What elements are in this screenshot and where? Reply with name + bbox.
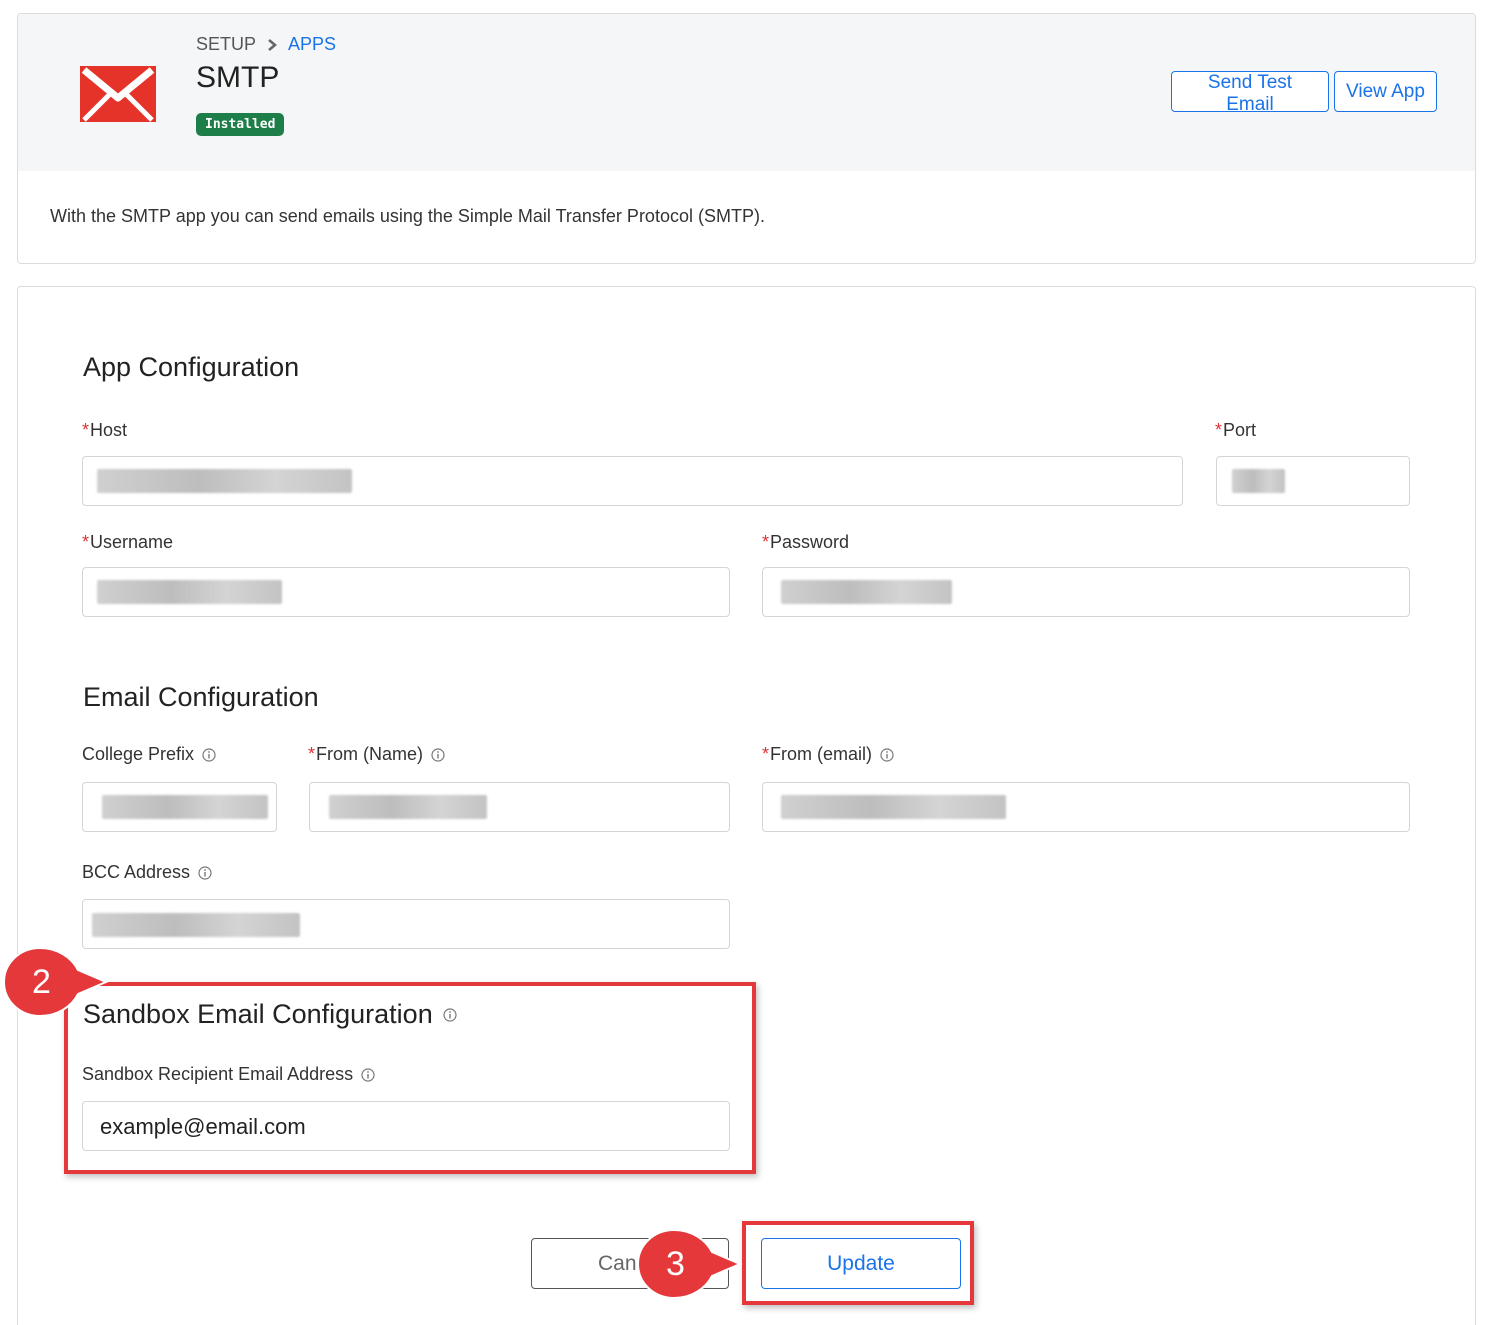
step-3-marker-icon	[636, 1228, 743, 1300]
port-input[interactable]	[1216, 456, 1410, 506]
step-3-label: 3	[666, 1245, 685, 1283]
breadcrumb-setup[interactable]: SETUP	[196, 34, 256, 55]
breadcrumb-apps[interactable]: APPS	[288, 34, 336, 55]
required-asterisk: *	[1215, 420, 1223, 440]
password-label: *Password	[762, 532, 850, 552]
status-badge: Installed	[196, 113, 285, 136]
breadcrumb: SETUP APPS	[196, 34, 336, 55]
redacted-value	[102, 795, 268, 819]
from-email-input[interactable]	[762, 782, 1410, 832]
required-asterisk: *	[82, 420, 90, 440]
from-name-label: *From (Name)	[308, 744, 445, 765]
redacted-value	[92, 913, 300, 937]
required-asterisk: *	[82, 532, 90, 552]
required-asterisk: *	[762, 744, 770, 764]
info-icon[interactable]	[202, 747, 216, 762]
view-app-button[interactable]: View App	[1334, 71, 1437, 112]
redacted-value	[781, 580, 952, 604]
sandbox-highlight-box	[64, 982, 756, 1174]
app-description: With the SMTP app you can send emails us…	[50, 206, 765, 226]
required-asterisk: *	[308, 744, 316, 764]
info-icon[interactable]	[198, 865, 212, 880]
college-prefix-label: College Prefix	[82, 744, 216, 765]
host-input[interactable]	[82, 456, 1183, 506]
app-header-card: SETUP APPS SMTP Installed Send Test Emai…	[17, 13, 1476, 264]
send-test-email-button[interactable]: Send Test Email	[1171, 71, 1329, 115]
envelope-icon	[80, 66, 156, 122]
password-input[interactable]	[762, 567, 1410, 617]
redacted-value	[781, 795, 1006, 819]
host-label: *Host	[82, 420, 128, 440]
bcc-address-label: BCC Address	[82, 862, 212, 883]
from-name-input[interactable]	[309, 782, 730, 832]
bcc-address-input[interactable]	[82, 899, 730, 949]
username-input[interactable]	[82, 567, 730, 617]
port-label: *Port	[1215, 420, 1257, 440]
info-icon[interactable]	[880, 747, 894, 762]
username-label: *Username	[82, 532, 174, 552]
required-asterisk: *	[762, 532, 770, 552]
update-highlight-box	[742, 1221, 974, 1305]
page-title: SMTP	[196, 61, 280, 94]
email-configuration-heading: Email Configuration	[83, 682, 319, 712]
college-prefix-input[interactable]	[82, 782, 277, 832]
redacted-value	[329, 795, 487, 819]
info-icon[interactable]	[431, 747, 445, 762]
redacted-value	[97, 469, 352, 493]
redacted-value	[97, 580, 282, 604]
redacted-value	[1232, 469, 1285, 493]
from-email-label: *From (email)	[762, 744, 894, 765]
step-2-label: 2	[32, 963, 51, 1001]
app-configuration-heading: App Configuration	[83, 352, 300, 382]
step-2-marker-icon	[2, 946, 109, 1018]
chevron-right-icon	[268, 38, 277, 51]
